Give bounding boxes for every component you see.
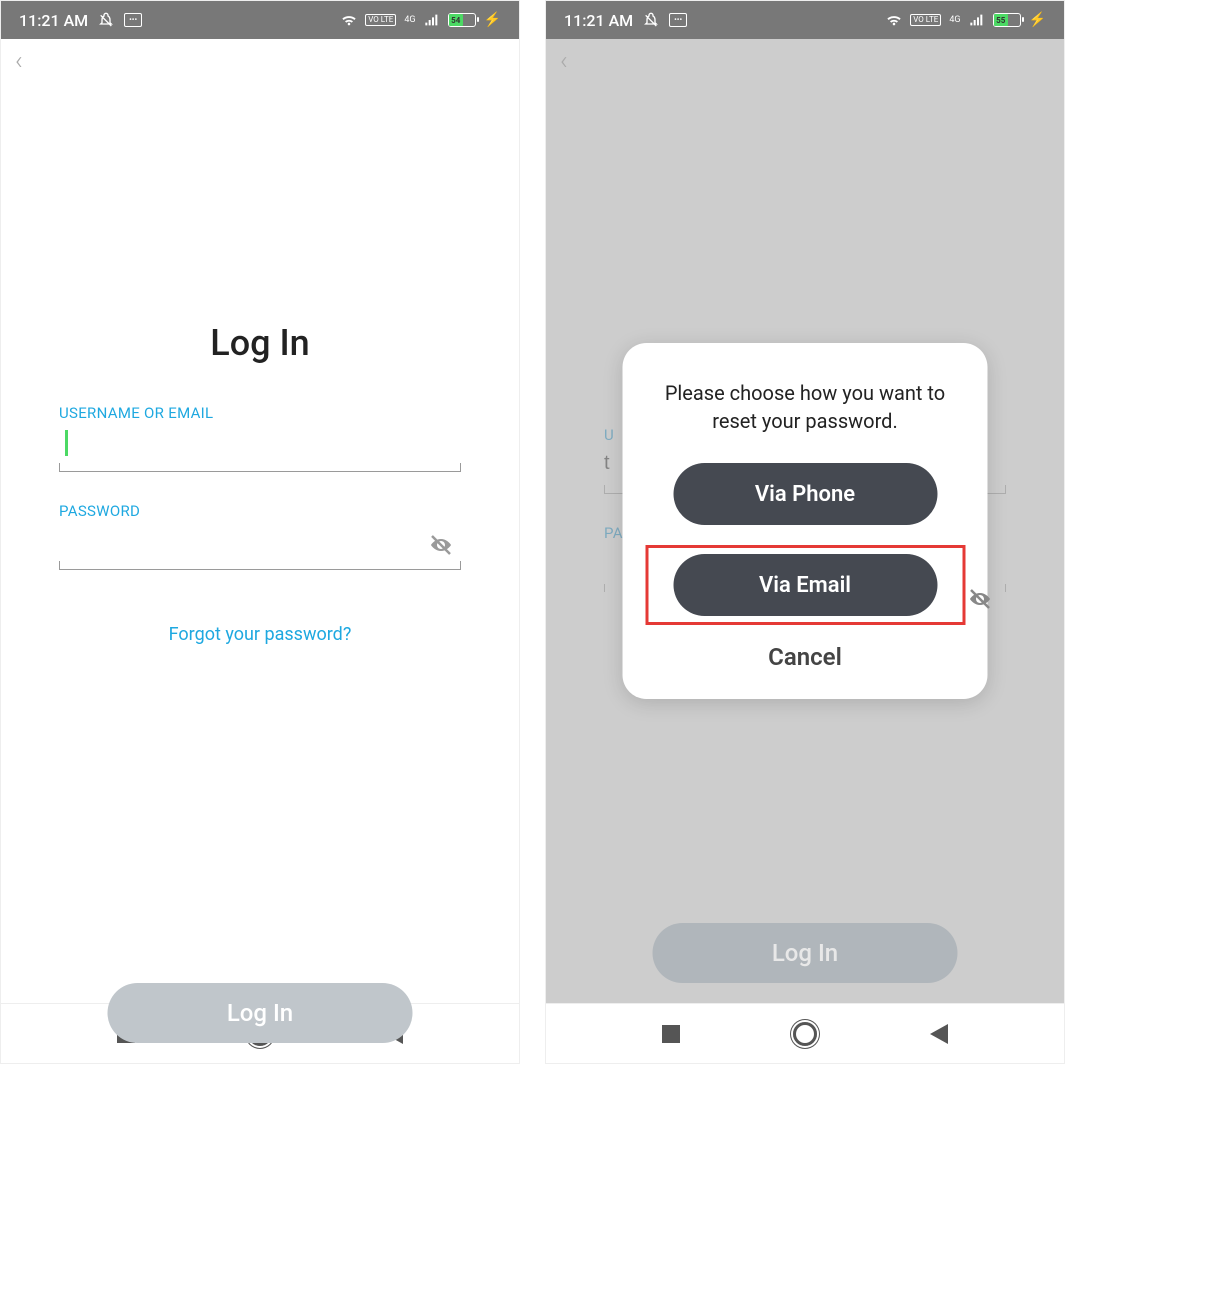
password-label: PASSWORD <box>59 502 461 520</box>
username-input[interactable] <box>59 430 461 453</box>
reset-password-modal: Please choose how you want to reset your… <box>623 343 988 699</box>
login-content: Log In USERNAME OR EMAIL PASSWORD Forgot… <box>1 23 519 943</box>
via-email-highlight: Via Email <box>645 545 965 625</box>
password-input-wrap[interactable] <box>59 528 461 570</box>
modal-message: Please choose how you want to reset your… <box>643 379 968 435</box>
recent-apps-button[interactable] <box>662 1025 680 1043</box>
forgot-password-link[interactable]: Forgot your password? <box>59 624 461 645</box>
via-phone-button[interactable]: Via Phone <box>673 463 937 525</box>
back-button[interactable] <box>930 1024 948 1044</box>
page-title: Log In <box>59 322 461 364</box>
via-email-button[interactable]: Via Email <box>673 554 937 616</box>
cancel-button[interactable]: Cancel <box>643 643 968 671</box>
password-input[interactable] <box>59 528 461 551</box>
home-button[interactable] <box>793 1022 817 1046</box>
text-cursor <box>65 430 68 456</box>
phone-screen-reset-modal: 11:21 AM ••• VO LTE 4G 55 ⚡ ‹ Log In <box>545 0 1065 1064</box>
show-password-icon[interactable] <box>429 533 453 557</box>
login-button[interactable]: Log In <box>108 983 413 1043</box>
android-nav-bar <box>546 1003 1064 1063</box>
login-button: Log In <box>653 923 958 983</box>
username-label: USERNAME OR EMAIL <box>59 404 461 422</box>
username-input-wrap[interactable] <box>59 430 461 472</box>
show-password-icon <box>968 587 992 611</box>
phone-screen-login: 11:21 AM ••• VO LTE 4G 54 ⚡ ‹ Log In USE… <box>0 0 520 1064</box>
